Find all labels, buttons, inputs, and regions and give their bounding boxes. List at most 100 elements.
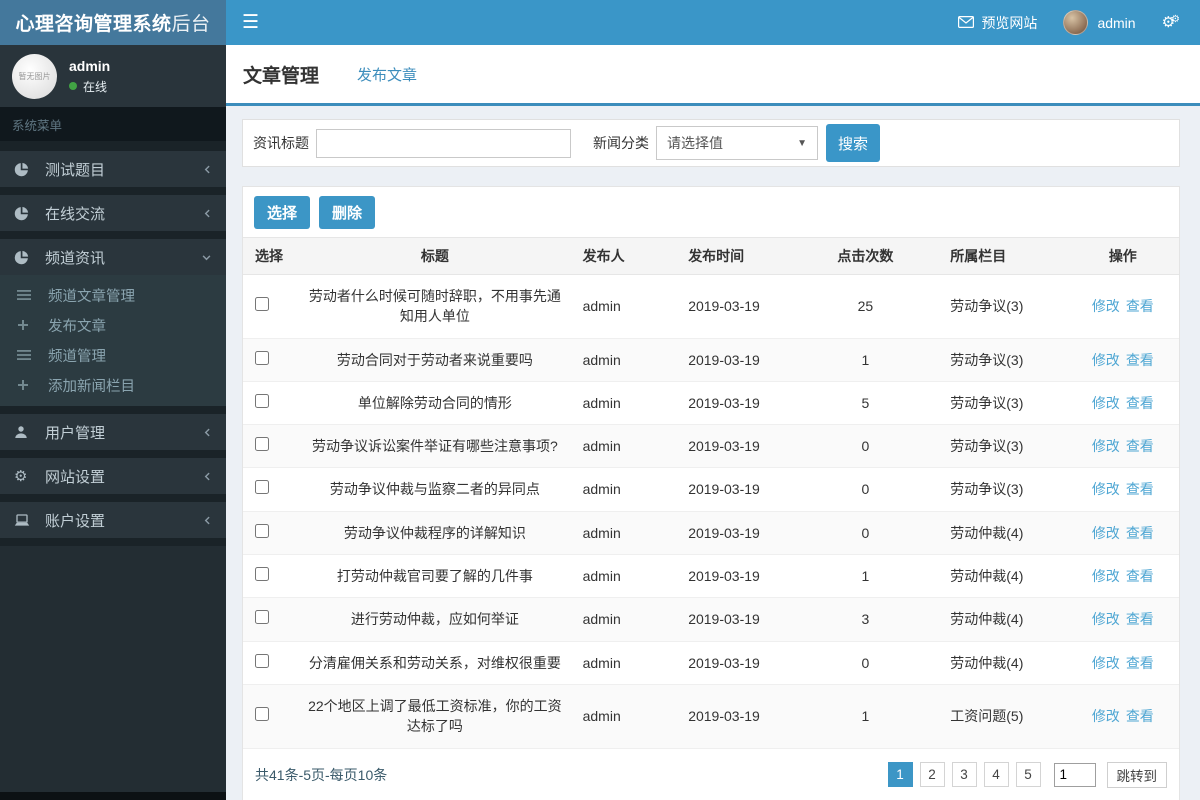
edit-link[interactable]: 修改 bbox=[1092, 395, 1120, 411]
header-date: 发布时间 bbox=[664, 237, 805, 275]
sidebar-toggle-icon[interactable]: ☰ bbox=[226, 0, 275, 45]
row-date-cell: 2019-03-19 bbox=[664, 467, 805, 512]
row-date-cell: 2019-03-19 bbox=[664, 597, 805, 642]
row-clicks-cell: 5 bbox=[804, 381, 927, 426]
row-checkbox[interactable] bbox=[255, 523, 269, 538]
tab-article-management[interactable]: 文章管理 bbox=[243, 61, 319, 88]
page-button[interactable]: 3 bbox=[951, 762, 977, 788]
select-all-button[interactable]: 选择 bbox=[254, 196, 311, 229]
row-checkbox[interactable] bbox=[255, 350, 269, 365]
sidebar-subitem[interactable]: 频道文章管理 bbox=[0, 280, 226, 310]
edit-link[interactable]: 修改 bbox=[1092, 298, 1120, 314]
sidebar-item-label: 频道资讯 bbox=[45, 249, 106, 267]
top-bar: 心理咨询管理系统 后台 ☰ 预览网站 admin ⚙⚙ bbox=[0, 0, 1200, 45]
page-button[interactable]: 5 bbox=[1015, 762, 1041, 788]
row-actions-cell: 修改 查看 bbox=[1066, 641, 1179, 685]
news-title-input[interactable] bbox=[316, 128, 571, 158]
jump-to-page-button[interactable]: 跳转到 bbox=[1106, 761, 1167, 788]
row-actions-cell: 修改 查看 bbox=[1066, 274, 1179, 339]
jump-page-input[interactable] bbox=[1053, 762, 1096, 787]
edit-link[interactable]: 修改 bbox=[1092, 438, 1120, 454]
sidebar-subitem-label: 发布文章 bbox=[48, 318, 106, 335]
view-link[interactable]: 查看 bbox=[1126, 525, 1154, 541]
row-date-cell: 2019-03-19 bbox=[664, 274, 805, 339]
app-title: 心理咨询管理系统 bbox=[15, 14, 172, 35]
edit-link[interactable]: 修改 bbox=[1092, 655, 1120, 671]
view-link[interactable]: 查看 bbox=[1126, 352, 1154, 368]
edit-link[interactable]: 修改 bbox=[1092, 525, 1120, 541]
header-select: 选择 bbox=[243, 237, 300, 275]
header-title: 标题 bbox=[299, 237, 571, 275]
row-checkbox[interactable] bbox=[255, 707, 269, 722]
laptop-icon bbox=[14, 513, 34, 527]
tab-publish-article[interactable]: 发布文章 bbox=[357, 64, 417, 85]
sidebar-footer-strip bbox=[0, 792, 226, 800]
delete-button[interactable]: 删除 bbox=[319, 196, 376, 229]
sidebar-subitem[interactable]: 添加新闻栏目 bbox=[0, 370, 226, 400]
row-date-cell: 2019-03-19 bbox=[664, 338, 805, 382]
sidebar-item[interactable]: ⚙ 网站设置 bbox=[0, 458, 226, 494]
row-date-cell: 2019-03-19 bbox=[664, 684, 805, 749]
user-icon bbox=[14, 425, 34, 439]
view-link[interactable]: 查看 bbox=[1126, 568, 1154, 584]
row-checkbox[interactable] bbox=[255, 610, 269, 625]
news-title-label: 资讯标题 bbox=[253, 135, 309, 151]
page-button[interactable]: 4 bbox=[983, 762, 1009, 788]
edit-link[interactable]: 修改 bbox=[1092, 352, 1120, 368]
edit-link[interactable]: 修改 bbox=[1092, 568, 1120, 584]
row-actions-cell: 修改 查看 bbox=[1066, 467, 1179, 512]
page-button[interactable]: 2 bbox=[919, 762, 945, 788]
edit-link[interactable]: 修改 bbox=[1092, 708, 1120, 724]
row-checkbox[interactable] bbox=[255, 480, 269, 495]
row-date-cell: 2019-03-19 bbox=[664, 424, 805, 469]
sidebar-item[interactable]: 账户设置 bbox=[0, 502, 226, 538]
sidebar-subitem[interactable]: 发布文章 bbox=[0, 310, 226, 340]
sidebar-item[interactable]: 测试题目 bbox=[0, 151, 226, 187]
search-button[interactable]: 搜索 bbox=[826, 124, 880, 162]
settings-gears-icon[interactable]: ⚙⚙ bbox=[1162, 15, 1180, 31]
table-row: 劳动争议仲裁程序的详解知识 admin 2019-03-19 0 劳动仲裁(4) 修改 查看 bbox=[243, 511, 1179, 556]
row-checkbox[interactable] bbox=[255, 437, 269, 452]
row-clicks-cell: 1 bbox=[804, 684, 927, 749]
row-category-cell: 劳动争议(3) bbox=[926, 381, 1067, 426]
row-checkbox[interactable] bbox=[255, 297, 269, 312]
view-link[interactable]: 查看 bbox=[1126, 655, 1154, 671]
sidebar-username: admin bbox=[69, 57, 111, 74]
news-category-label: 新闻分类 bbox=[593, 135, 649, 151]
edit-link[interactable]: 修改 bbox=[1092, 611, 1120, 627]
chevron-left-icon bbox=[203, 164, 212, 175]
row-checkbox[interactable] bbox=[255, 393, 269, 408]
view-link[interactable]: 查看 bbox=[1126, 481, 1154, 497]
sidebar-user-info: admin 在线 bbox=[69, 58, 110, 95]
chevron-left-icon bbox=[203, 427, 212, 438]
plus-icon bbox=[17, 319, 37, 331]
row-clicks-cell: 0 bbox=[804, 424, 927, 469]
row-category-cell: 工资问题(5) bbox=[926, 684, 1067, 749]
edit-link[interactable]: 修改 bbox=[1092, 481, 1120, 497]
sidebar-user-panel: 暂无图片 admin 在线 bbox=[0, 45, 226, 107]
row-clicks-cell: 25 bbox=[804, 274, 927, 339]
sidebar-item-label: 用户管理 bbox=[45, 424, 106, 442]
row-publisher-cell: admin bbox=[570, 381, 665, 426]
view-link[interactable]: 查看 bbox=[1126, 438, 1154, 454]
sidebar-subitem-label: 频道文章管理 bbox=[48, 288, 135, 305]
preview-site-link[interactable]: 预览网站 bbox=[958, 13, 1037, 33]
sidebar-item[interactable]: 在线交流 bbox=[0, 195, 226, 231]
sidebar-item[interactable]: 用户管理 bbox=[0, 414, 226, 450]
row-select-cell bbox=[243, 641, 300, 685]
view-link[interactable]: 查看 bbox=[1126, 611, 1154, 627]
news-category-selected-value: 请选择值 bbox=[667, 135, 723, 151]
view-link[interactable]: 查看 bbox=[1126, 298, 1154, 314]
sidebar-subitem[interactable]: 频道管理 bbox=[0, 340, 226, 370]
sidebar-item[interactable]: 频道资讯 bbox=[0, 239, 226, 275]
table-row: 劳动合同对于劳动者来说重要吗 admin 2019-03-19 1 劳动争议(3) 修改查… bbox=[243, 338, 1179, 382]
row-checkbox[interactable] bbox=[255, 567, 269, 582]
header-user-menu[interactable]: admin bbox=[1063, 10, 1136, 35]
sidebar-item-label: 在线交流 bbox=[45, 205, 106, 223]
page-button[interactable]: 1 bbox=[887, 762, 913, 788]
app-logo[interactable]: 心理咨询管理系统 后台 bbox=[0, 0, 226, 45]
row-checkbox[interactable] bbox=[255, 653, 269, 668]
news-category-select[interactable]: 请选择值 ▼ bbox=[656, 126, 818, 160]
view-link[interactable]: 查看 bbox=[1126, 395, 1154, 411]
view-link[interactable]: 查看 bbox=[1126, 708, 1154, 724]
